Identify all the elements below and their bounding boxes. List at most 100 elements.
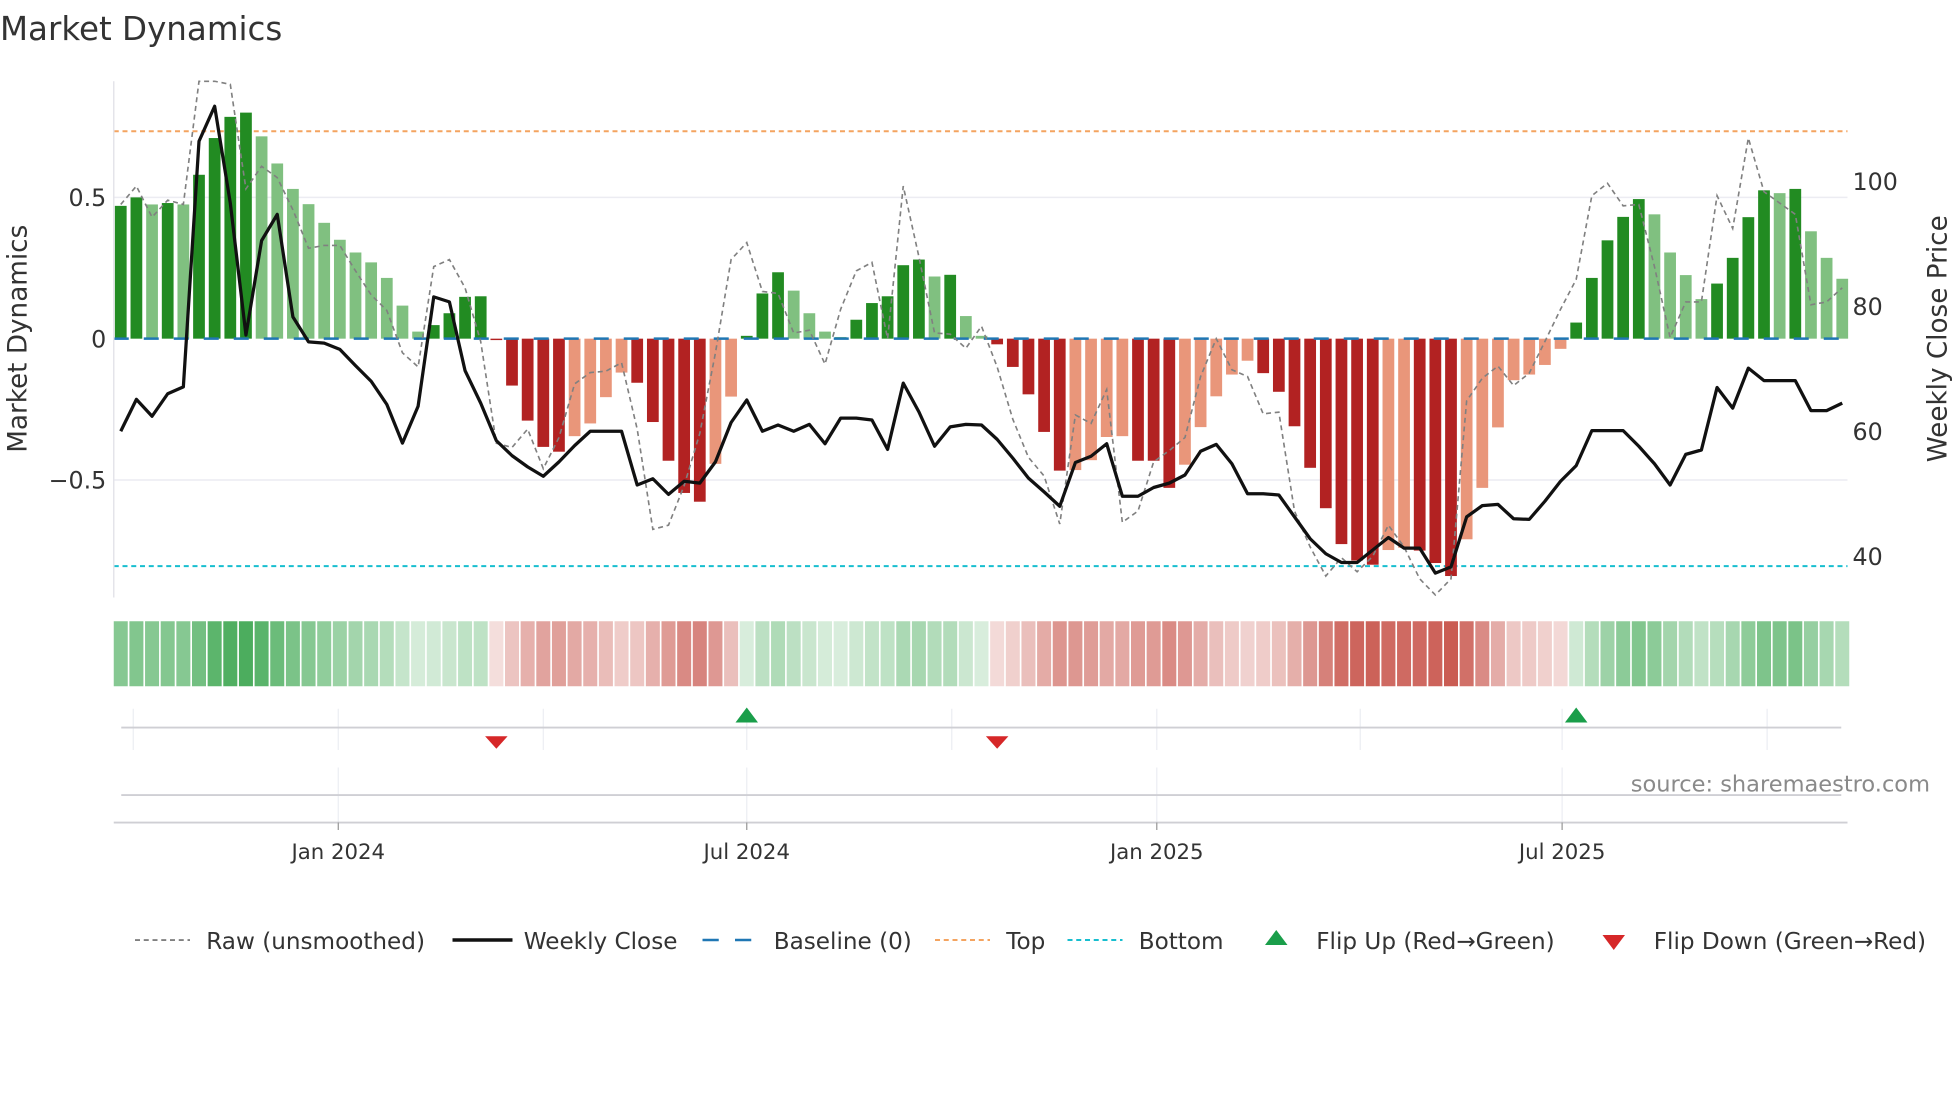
momentum-bar xyxy=(1413,338,1426,551)
momentum-bar xyxy=(506,338,518,386)
legend-label: Flip Up (Red→Green) xyxy=(1316,929,1554,955)
momentum-bar xyxy=(1085,338,1097,461)
momentum-bar xyxy=(537,338,550,447)
heat-strip-cell xyxy=(1522,621,1537,687)
y2-tick-label: 80 xyxy=(1853,293,1883,321)
heat-strip-cell xyxy=(1303,621,1318,687)
flip-down-marker xyxy=(485,736,508,749)
heat-strip-cell xyxy=(1005,621,1020,687)
momentum-bar xyxy=(897,265,910,339)
momentum-bar xyxy=(913,259,925,339)
momentum-bar xyxy=(1585,277,1598,339)
momentum-bar xyxy=(1053,338,1066,471)
heat-strip-cell xyxy=(911,621,926,687)
heat-strip-cell xyxy=(1068,621,1083,687)
x-tick-label: Jul 2025 xyxy=(1517,840,1605,865)
momentum-bar xyxy=(365,262,378,339)
x-tick-label: Jul 2024 xyxy=(702,840,790,865)
momentum-bar xyxy=(1570,322,1583,339)
heat-strip-cell xyxy=(598,621,613,687)
momentum-bar xyxy=(1335,338,1348,545)
heat-strip-cell xyxy=(833,621,848,687)
momentum-bar xyxy=(1272,338,1285,392)
heat-strip-cell xyxy=(332,621,347,687)
heat-strip-cell xyxy=(692,621,707,687)
momentum-bar xyxy=(1664,252,1676,339)
heat-strip-cell xyxy=(1788,621,1803,687)
momentum-bar xyxy=(803,313,816,339)
heat-strip-cell xyxy=(1710,621,1725,687)
momentum-bar xyxy=(1539,338,1551,365)
momentum-bar xyxy=(1429,338,1442,564)
heat-strip-cell xyxy=(1444,621,1458,687)
momentum-bar xyxy=(1022,338,1035,395)
y-tick-label: −0.5 xyxy=(49,467,107,495)
momentum-bar xyxy=(1711,283,1723,339)
heat-strip-cell xyxy=(348,621,363,687)
heat-strip-cell xyxy=(1819,621,1834,687)
heat-strip-cell xyxy=(1678,621,1693,687)
heat-strip-cell xyxy=(677,621,692,687)
heat-strip-cell xyxy=(1428,621,1443,687)
heat-strip-cell xyxy=(771,621,786,687)
heat-strip-cell xyxy=(160,621,175,687)
heat-strip-cell xyxy=(1741,621,1756,687)
momentum-bar xyxy=(1742,217,1755,339)
heat-strip-cell xyxy=(1240,621,1255,687)
momentum-bar xyxy=(709,338,722,464)
heat-strip-cell xyxy=(145,621,160,687)
momentum-bar xyxy=(302,204,315,339)
heat-strip-cell xyxy=(254,621,269,687)
momentum-bar xyxy=(1758,190,1770,339)
heat-strip-cell xyxy=(1350,621,1365,687)
momentum-bar xyxy=(725,338,737,397)
heat-strip-cell xyxy=(520,621,535,687)
momentum-bar xyxy=(1194,338,1207,428)
heat-strip-cell xyxy=(1772,621,1787,687)
momentum-bar xyxy=(521,338,534,421)
momentum-bar xyxy=(1492,338,1504,428)
y2-tick-label: 60 xyxy=(1853,418,1883,446)
heat-strip-cell xyxy=(1209,621,1224,687)
legend-label: Weekly Close xyxy=(524,929,678,955)
momentum-bar xyxy=(490,338,503,341)
momentum-bar xyxy=(1116,338,1129,437)
heat-strip-cell xyxy=(849,621,864,687)
market-dynamics-chart: Market Dynamics Market Dynamics Weekly C… xyxy=(0,10,1953,955)
momentum-bar xyxy=(1648,214,1661,339)
heat-strip-cell xyxy=(1835,621,1850,687)
momentum-bar xyxy=(130,197,143,339)
heat-strip-cell xyxy=(864,621,879,687)
momentum-bar xyxy=(1147,338,1160,461)
heat-strip-cell xyxy=(1459,621,1474,687)
heat-strip-cell xyxy=(630,621,645,687)
momentum-bar xyxy=(1006,338,1019,367)
heat-strip-cell xyxy=(974,621,989,687)
heat-strip-cell xyxy=(1271,621,1286,687)
momentum-bar xyxy=(646,338,659,423)
momentum-bar xyxy=(819,331,831,339)
momentum-bar xyxy=(584,338,597,424)
heat-strip-cell xyxy=(505,621,519,687)
momentum-bar xyxy=(1554,338,1567,349)
heat-strip-cell xyxy=(1115,621,1130,687)
momentum-bar xyxy=(1836,278,1849,339)
momentum-bar xyxy=(1257,338,1270,374)
heat-strip-cell xyxy=(442,621,457,687)
legend-label: Bottom xyxy=(1139,929,1224,955)
momentum-bar xyxy=(1507,338,1520,381)
heat-strip-cell xyxy=(818,621,833,687)
heat-strip-cell xyxy=(1553,621,1568,687)
heat-strip-cell xyxy=(1584,621,1599,687)
heat-strip-cell xyxy=(1600,621,1615,687)
heat-strip-cell xyxy=(317,621,332,687)
momentum-bar xyxy=(1789,188,1802,339)
momentum-bar xyxy=(1805,231,1817,339)
heat-strip-cell xyxy=(1099,621,1114,687)
heat-strip-cell xyxy=(1475,621,1490,687)
heat-strip-cell xyxy=(192,621,206,687)
heat-strip-cell xyxy=(1412,621,1427,687)
momentum-bar xyxy=(756,293,769,339)
heat-strip-cell xyxy=(1021,621,1036,687)
heat-strip-cell xyxy=(1631,621,1646,687)
